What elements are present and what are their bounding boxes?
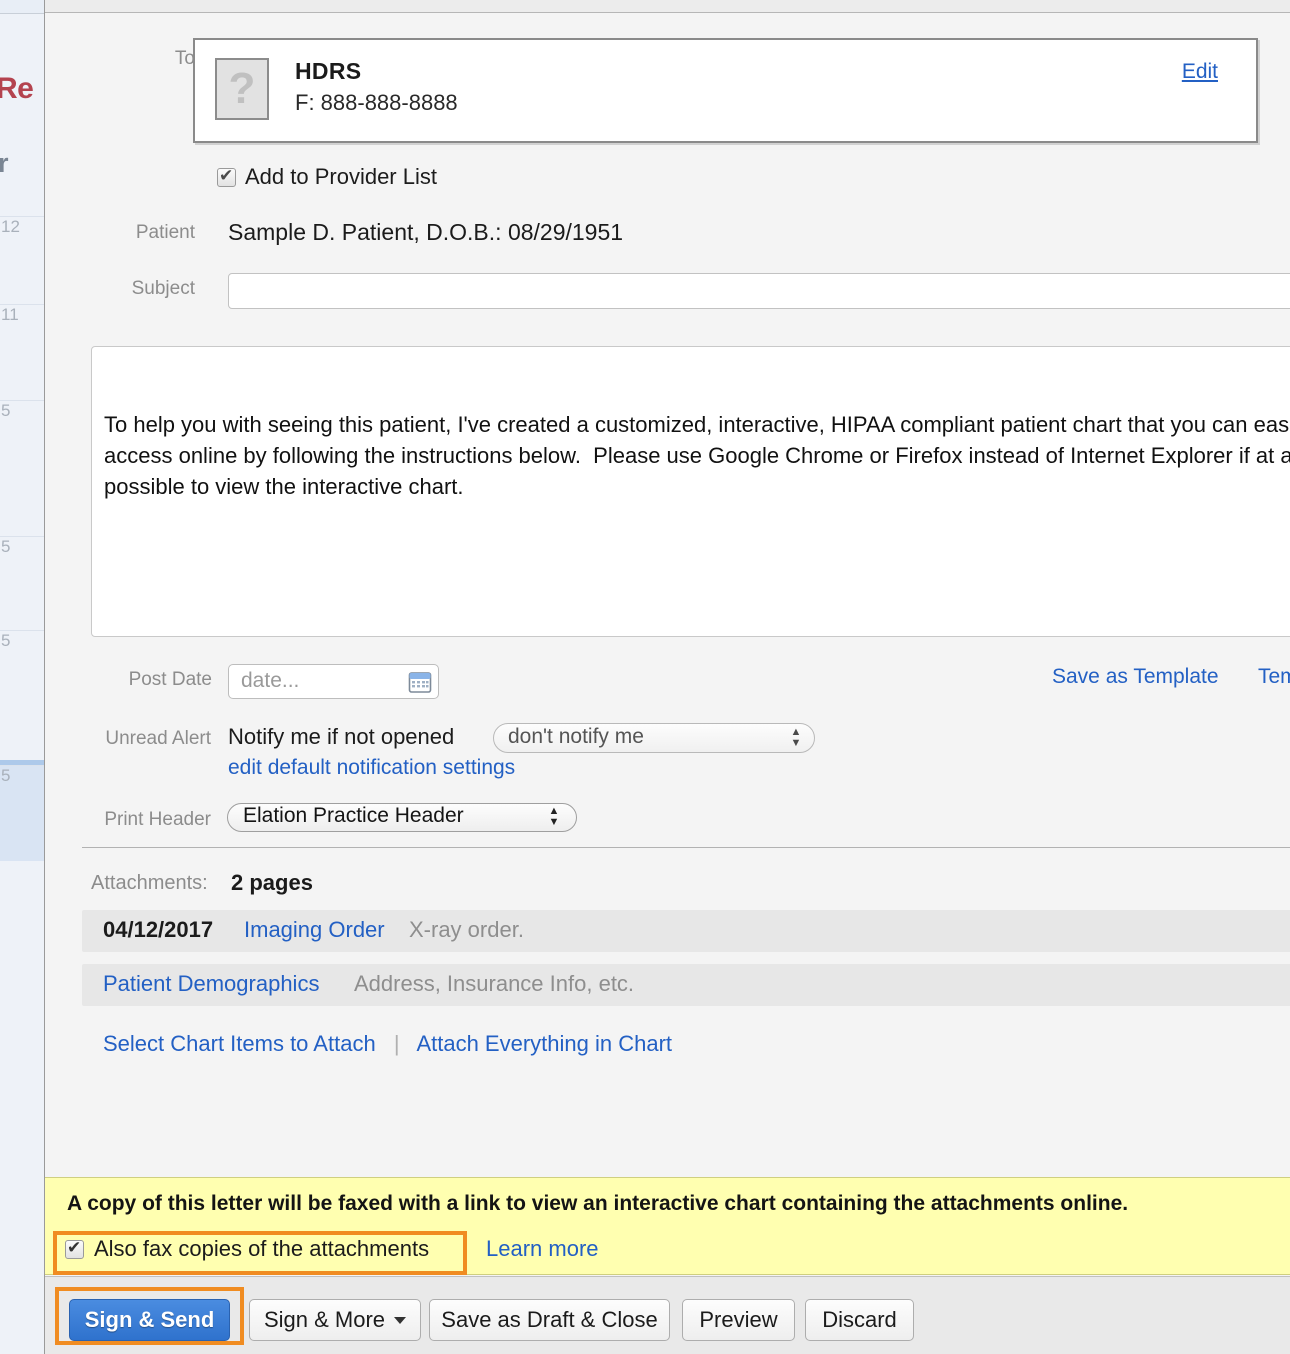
letter-body-text: To help you with seeing this patient, I'…	[104, 412, 1290, 499]
background-list-row: 12	[0, 216, 44, 280]
patient-label: Patient	[135, 222, 195, 243]
save-as-template-link[interactable]: Save as Template	[1052, 665, 1219, 689]
edit-recipient-link[interactable]: Edit	[1182, 60, 1218, 84]
post-date-label: Post Date	[128, 669, 212, 690]
letter-body-textarea[interactable]: To help you with seeing this patient, I'…	[91, 346, 1290, 637]
background-subtitle-fragment: r	[0, 148, 9, 178]
add-to-provider-list-label: Add to Provider List	[245, 164, 437, 189]
dialog-scroll-body[interactable]: To ? HDRS F: 888-888-8888 Edit Add to Pr…	[45, 14, 1290, 1177]
notify-stepper-icon[interactable]: ▲ ▼	[790, 727, 802, 751]
chevron-down-icon	[394, 1316, 407, 1324]
attachment-description: X-ray order.	[409, 917, 524, 942]
discard-button[interactable]: Discard	[805, 1299, 914, 1341]
also-fax-copies-checkbox[interactable]	[65, 1236, 84, 1260]
recipient-name: HDRS	[295, 58, 362, 84]
fax-notice-banner: A copy of this letter will be faxed with…	[45, 1177, 1290, 1275]
also-fax-copies-label: Also fax copies of the attachments	[94, 1236, 430, 1261]
learn-more-link[interactable]: Learn more	[486, 1236, 599, 1262]
print-header-label: Print Header	[104, 809, 211, 830]
avatar-question-icon: ?	[215, 58, 269, 120]
attachments-label: Attachments:	[91, 872, 208, 894]
print-header-stepper-icon[interactable]: ▲ ▼	[548, 806, 560, 830]
background-list-row: 5	[0, 630, 44, 740]
dialog-footer: Sign & Send Sign & More Save as Draft & …	[45, 1276, 1290, 1354]
unread-alert-label: Unread Alert	[105, 728, 211, 749]
dialog-top-bar	[45, 0, 1290, 13]
to-label: To	[174, 48, 195, 69]
fax-notice-message: A copy of this letter will be faxed with…	[67, 1192, 1129, 1215]
background-title-fragment: Re	[0, 72, 34, 105]
calendar-icon[interactable]	[408, 670, 432, 694]
post-date-placeholder: date...	[241, 669, 300, 692]
actions-separator: |	[393, 1031, 400, 1056]
add-to-provider-list-checkbox[interactable]	[217, 164, 236, 188]
background-list-row: 11	[0, 304, 44, 392]
table-row[interactable]: 04/12/2017 Imaging Order X-ray order. 1 …	[82, 910, 1290, 952]
subject-label: Subject	[131, 278, 195, 299]
attachment-description: Address, Insurance Info, etc.	[354, 971, 635, 996]
background-top-strip	[0, 0, 44, 14]
attachment-title[interactable]: Patient Demographics	[103, 971, 319, 997]
notify-option-value: don't notify me	[508, 725, 644, 748]
notify-if-not-opened-text: Notify me if not opened	[228, 724, 455, 749]
add-to-provider-list-row[interactable]: Add to Provider List	[217, 164, 437, 190]
preview-button[interactable]: Preview	[682, 1299, 795, 1341]
background-list-row: 5	[0, 765, 44, 861]
attach-everything-in-chart-link[interactable]: Attach Everything in Chart	[416, 1031, 672, 1056]
attachment-actions: Select Chart Items to Attach | Attach Ev…	[103, 1031, 672, 1057]
attachment-date: 04/12/2017	[103, 917, 214, 942]
compose-letter-dialog: To ? HDRS F: 888-888-8888 Edit Add to Pr…	[44, 0, 1290, 1354]
edit-default-notification-settings-link[interactable]: edit default notification settings	[228, 756, 515, 780]
subject-input[interactable]	[228, 273, 1290, 309]
patient-value: Sample D. Patient, D.O.B.: 08/29/1951	[228, 219, 624, 245]
save-as-draft-and-close-button[interactable]: Save as Draft & Close	[429, 1299, 670, 1341]
print-header-select[interactable]: Elation Practice Header ▲ ▼	[227, 803, 577, 832]
sign-and-more-label: Sign & More	[263, 1307, 386, 1332]
also-fax-copies-row[interactable]: Also fax copies of the attachments	[65, 1236, 429, 1262]
background-list-row: 5	[0, 400, 44, 510]
templates-link[interactable]: Template	[1258, 665, 1290, 689]
background-page-sliver: Re r 12 11 5 5 5 5	[0, 0, 44, 1354]
print-header-value: Elation Practice Header	[243, 804, 464, 827]
attachment-title[interactable]: Imaging Order	[244, 917, 385, 943]
post-date-input[interactable]: date...	[228, 664, 439, 699]
attachments-divider	[82, 847, 1290, 848]
select-chart-items-to-attach-link[interactable]: Select Chart Items to Attach	[103, 1031, 376, 1056]
sign-and-send-button[interactable]: Sign & Send	[69, 1299, 230, 1341]
notify-option-select[interactable]: don't notify me ▲ ▼	[493, 723, 815, 753]
sign-and-more-button[interactable]: Sign & More	[249, 1299, 421, 1341]
attachments-page-count: 2 pages	[231, 870, 313, 895]
table-row[interactable]: Patient Demographics Address, Insurance …	[82, 964, 1290, 1006]
recipient-box[interactable]: ? HDRS F: 888-888-8888 Edit	[193, 38, 1258, 143]
recipient-fax-number: F: 888-888-8888	[295, 90, 458, 115]
